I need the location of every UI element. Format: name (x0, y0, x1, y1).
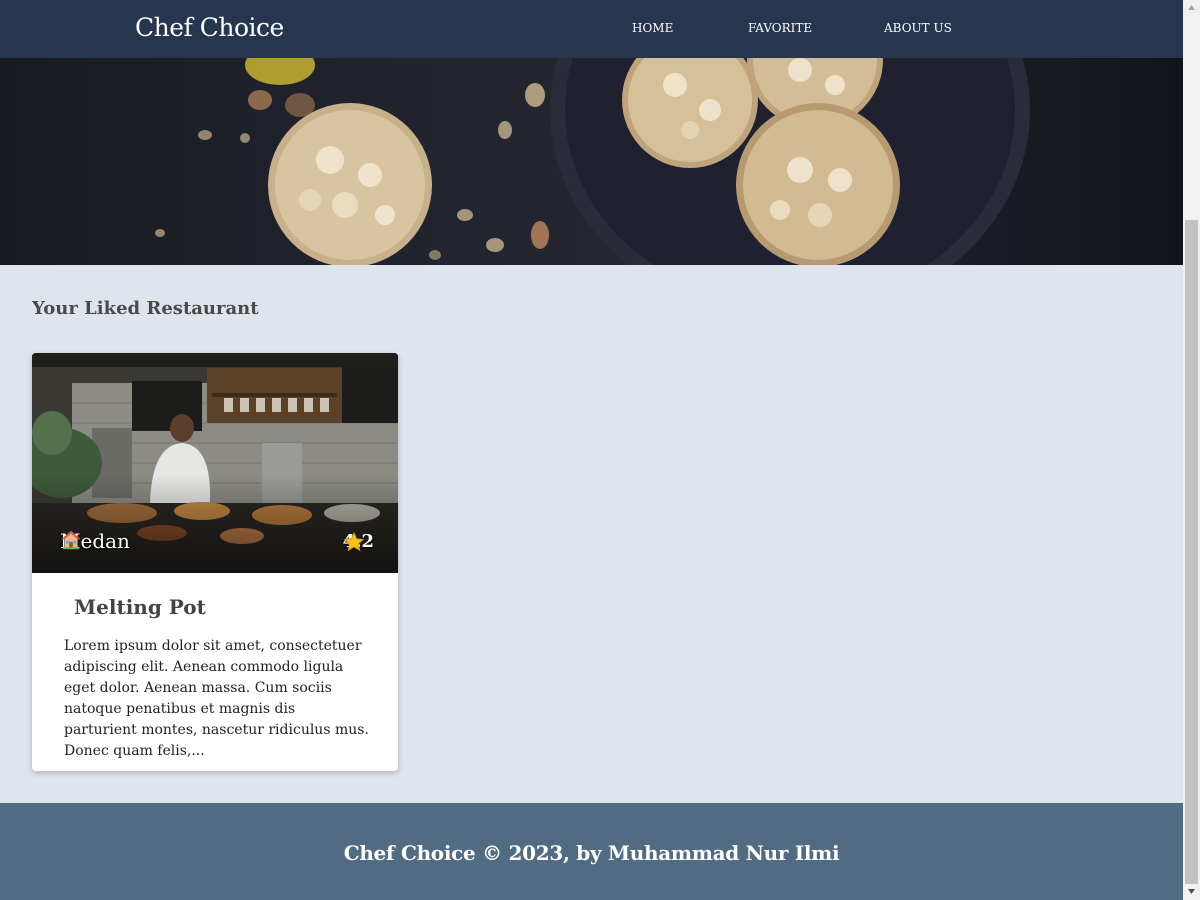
restaurant-card[interactable]: Medan 4.2 Melting Pot Lorem ipsum dolor … (32, 353, 398, 771)
brand-logo[interactable]: Chef Choice (135, 13, 284, 42)
restaurant-rating: 4.2 (343, 531, 374, 552)
nav-link-home[interactable]: HOME (632, 21, 673, 35)
scrollbar[interactable] (1183, 0, 1200, 900)
navbar: Chef Choice HOME FAVORITE ABOUT US (0, 0, 1183, 58)
scrollbar-thumb[interactable] (1185, 220, 1198, 884)
section-title: Your Liked Restaurant (32, 298, 259, 319)
nav-link-about-us[interactable]: ABOUT US (884, 21, 952, 35)
footer: Chef Choice © 2023, by Muhammad Nur Ilmi (0, 803, 1183, 900)
house-icon (61, 530, 81, 550)
restaurant-city: Medan (60, 529, 130, 553)
restaurant-image[interactable]: Medan 4.2 (32, 353, 398, 573)
nav-link-favorite[interactable]: FAVORITE (748, 21, 812, 35)
scroll-down-arrow-icon[interactable] (1183, 884, 1200, 900)
star-icon (343, 531, 364, 552)
restaurant-description: Lorem ipsum dolor sit amet, consectetuer… (64, 638, 369, 759)
restaurant-name[interactable]: Melting Pot (74, 595, 206, 619)
footer-copyright: Chef Choice © 2023, by Muhammad Nur Ilmi (343, 841, 840, 865)
scroll-up-arrow-icon[interactable] (1183, 0, 1200, 16)
